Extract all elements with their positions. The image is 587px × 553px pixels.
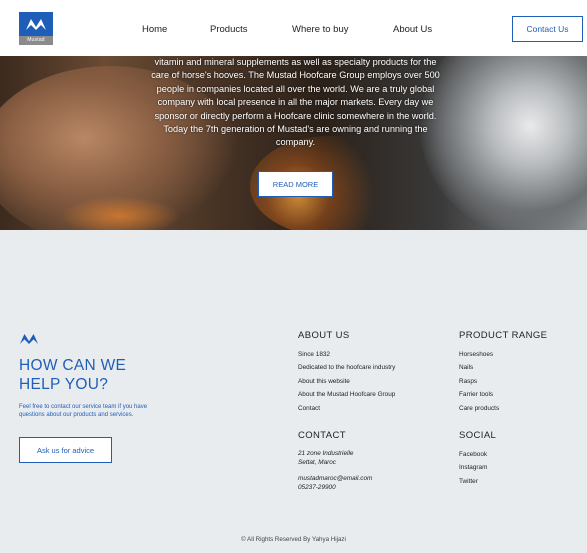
product-link-horseshoes[interactable]: Horseshoes xyxy=(459,348,499,361)
contact-details: mustadmaroc@email.com 05237-29900 xyxy=(298,475,372,492)
horseshoe-icon xyxy=(19,333,39,344)
hero-line: vitamin and mineral supplements as well … xyxy=(154,57,437,67)
product-link-nails[interactable]: Nails xyxy=(459,361,499,374)
logo-label: Mustad xyxy=(19,36,53,45)
mustad-logo[interactable]: Mustad xyxy=(19,12,53,45)
hero-line: care of horse's hooves. The Mustad Hoofc… xyxy=(151,70,440,81)
about-link-contact[interactable]: Contact xyxy=(298,402,395,415)
address-line: Settat, Maroc xyxy=(298,458,337,466)
hero-line: sponsor or directly perform a Hoofcare c… xyxy=(154,110,437,121)
social-link-twitter[interactable]: Twitter xyxy=(459,475,487,488)
nav-home[interactable]: Home xyxy=(142,24,167,35)
about-link-since[interactable]: Since 1832 xyxy=(298,348,395,361)
hero-line: Today the 7th generation of Mustad's are… xyxy=(163,124,428,135)
site-header: Mustad Home Products Where to buy About … xyxy=(0,0,587,56)
contact-heading: CONTACT xyxy=(298,430,347,441)
product-link-farrier-tools[interactable]: Farrier tools xyxy=(459,388,499,401)
hero-line: people in companies located all over the… xyxy=(156,83,435,94)
nav-about-us[interactable]: About Us xyxy=(393,24,432,35)
ask-advice-button[interactable]: Ask us for advice xyxy=(19,437,112,463)
contact-address: 21 zone Industrielle Settat, Maroc xyxy=(298,450,353,467)
about-us-heading: ABOUT US xyxy=(298,330,350,341)
hero-banner: vitamin and mineral supplements as well … xyxy=(0,56,587,230)
read-more-button[interactable]: READ MORE xyxy=(258,171,333,197)
social-link-facebook[interactable]: Facebook xyxy=(459,448,487,461)
about-link-group[interactable]: About the Mustad Hoofcare Group xyxy=(298,388,395,401)
help-title: HOW CAN WE HELP YOU? xyxy=(19,357,127,393)
copyright-text: © All Rights Reserved By Yahya Hijazi xyxy=(241,536,346,543)
contact-email[interactable]: mustadmaroc@email.com xyxy=(298,475,372,484)
hero-line: company with local presence in all the m… xyxy=(157,97,434,108)
horseshoe-logo-icon xyxy=(26,19,46,30)
nav-where-to-buy[interactable]: Where to buy xyxy=(292,24,349,35)
contact-phone[interactable]: 05237-29900 xyxy=(298,484,372,493)
hero-line: company. xyxy=(275,137,316,148)
address-line: 21 zone Industrielle xyxy=(298,450,354,457)
product-range-heading: PRODUCT RANGE xyxy=(459,330,548,341)
hero-description: vitamin and mineral supplements as well … xyxy=(128,56,463,150)
nav-products[interactable]: Products xyxy=(210,24,248,35)
product-range-list: Horseshoes Nails Rasps Farrier tools Car… xyxy=(459,348,499,415)
about-link-website[interactable]: About this website xyxy=(298,375,395,388)
about-us-list: Since 1832 Dedicated to the hoofcare ind… xyxy=(298,348,395,415)
social-heading: SOCIAL xyxy=(459,430,497,441)
spark-glow xyxy=(60,196,180,230)
product-link-rasps[interactable]: Rasps xyxy=(459,375,499,388)
contact-us-button[interactable]: Contact Us xyxy=(512,16,583,42)
product-link-care-products[interactable]: Care products xyxy=(459,402,499,415)
social-list: Facebook Instagram Twitter xyxy=(459,448,487,488)
help-subtitle: Feel free to contact our service team if… xyxy=(19,404,148,418)
about-link-dedicated[interactable]: Dedicated to the hoofcare industry xyxy=(298,361,395,374)
social-link-instagram[interactable]: Instagram xyxy=(459,461,487,474)
